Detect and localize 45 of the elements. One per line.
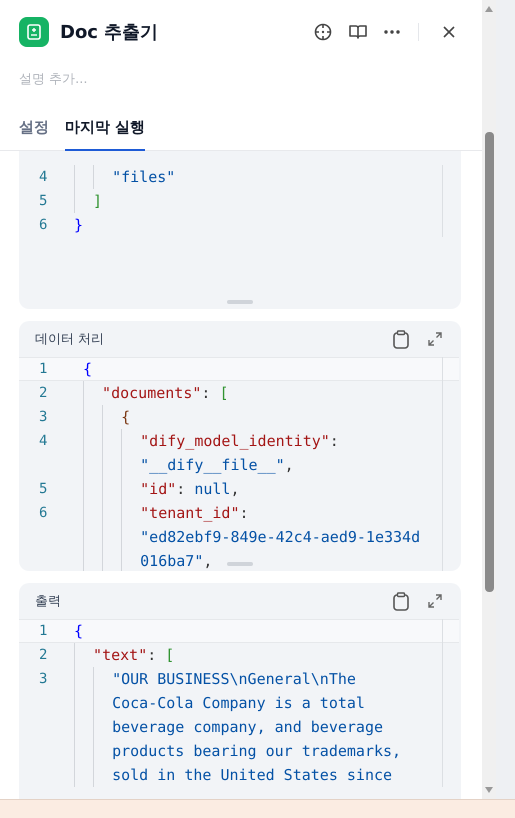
line-number: 2 [39, 647, 48, 663]
line-number: 1 [39, 361, 48, 377]
code-line: "ed82ebf9-849e-42c4-aed9-1e334d [140, 528, 420, 546]
node-title: Doc 추출기 [60, 21, 158, 44]
line-number: 4 [39, 169, 48, 185]
code-line: { [83, 360, 92, 378]
code-line: sold in the United States since [112, 766, 392, 784]
resize-handle[interactable] [227, 562, 253, 566]
resize-handle[interactable] [227, 300, 253, 304]
card-title: 출력 [35, 593, 61, 610]
line-number: 3 [39, 671, 48, 687]
line-number: 6 [39, 505, 48, 521]
code-line: { [74, 622, 84, 640]
expand-icon[interactable] [427, 331, 443, 347]
close-icon[interactable] [442, 25, 456, 39]
line-number: 2 [39, 385, 48, 401]
code-line: Coca-Cola Company is a total [112, 694, 365, 712]
expand-icon[interactable] [427, 593, 443, 609]
tab[interactable]: 설정 [19, 118, 49, 151]
app-icon [19, 17, 49, 47]
code-line: "text": [ [93, 646, 174, 664]
code-line: 016ba7", [140, 552, 212, 570]
line-number: 5 [39, 193, 48, 209]
line-number: 6 [39, 217, 48, 233]
code-line: products bearing our trademarks, [112, 742, 402, 760]
code-line: "__dify__file__", [140, 456, 294, 474]
line-number: 5 [39, 481, 48, 497]
line-number: 3 [39, 409, 48, 425]
code-line: "id": null, [140, 480, 240, 498]
line-number: 4 [39, 433, 48, 449]
code-line: { [121, 408, 130, 426]
code-line: "dify_model_identity": [140, 432, 339, 450]
code-line: "files" [112, 168, 176, 186]
code-line: "documents": [ [102, 384, 228, 402]
code-line: beverage company, and beverage [112, 718, 384, 736]
crosshair-icon[interactable] [313, 22, 333, 42]
clipboard-icon[interactable] [393, 330, 409, 348]
clipboard-icon[interactable] [393, 592, 409, 610]
code-line: ] [93, 192, 102, 210]
code-line: "OUR BUSINESS\nGeneral\nThe [112, 670, 356, 688]
more-icon[interactable] [383, 29, 401, 35]
code-line: } [74, 216, 84, 234]
card-title: 데이터 처리 [35, 331, 104, 348]
code-line: "tenant_id": [140, 504, 249, 522]
line-number: 1 [39, 623, 48, 639]
